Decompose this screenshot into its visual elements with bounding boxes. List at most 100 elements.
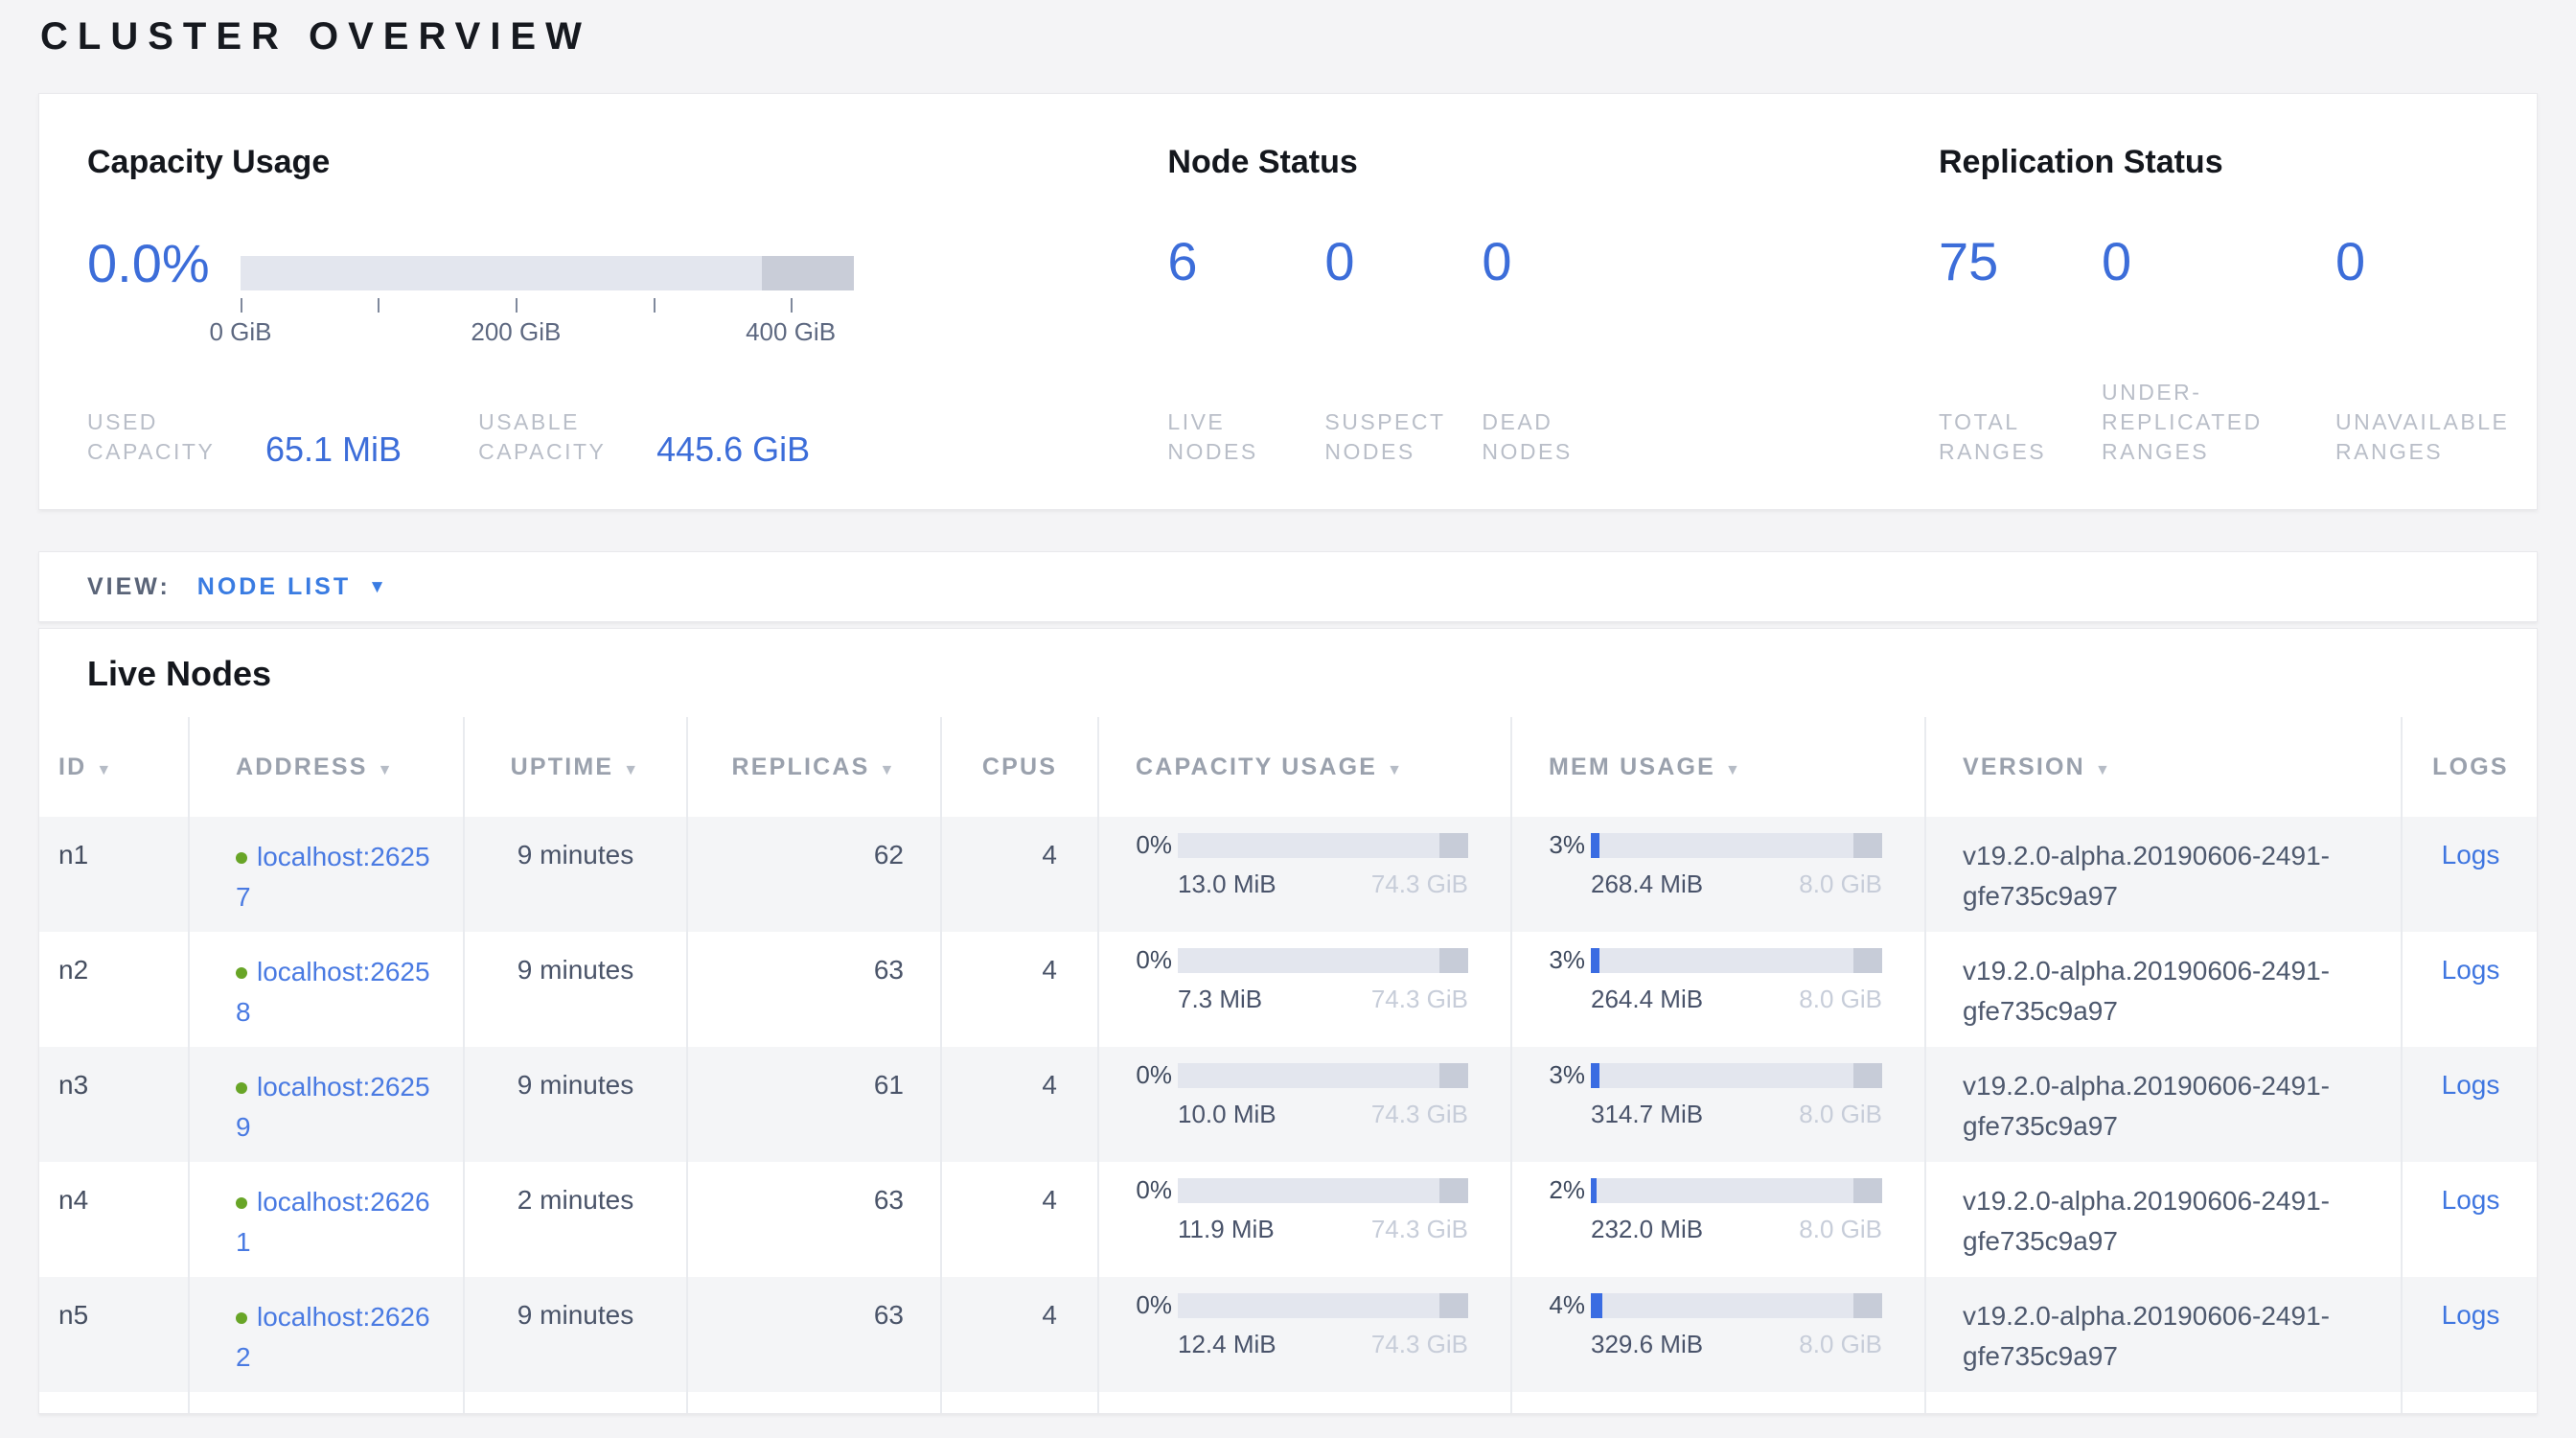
node-version: v19.2.0-alpha.20190606-2491-gfe735c9a97 [1925,1277,2402,1392]
logs-link[interactable]: Logs [2442,1185,2500,1215]
node-logs-cell: Logs [2402,1162,2538,1277]
column-header-capacity-usage[interactable]: CAPACITY USAGE▼ [1098,717,1511,817]
mem-pct: 3% [1531,1060,1585,1090]
node-replicas: 63 [687,1277,941,1392]
mem-used: 314.7 MiB [1591,1100,1703,1129]
capacity-axis-labels: 0 GiB 200 GiB 400 GiB [241,313,854,346]
sort-icon: ▼ [1725,762,1742,778]
sort-icon: ▼ [2095,762,2112,778]
capacity-axis-ticks [241,290,854,313]
axis-label-400gib: 400 GiB [746,317,836,347]
capacity-usage-bar [1178,1063,1468,1088]
unavailable-ranges-stat: 0 UNAVAILABLE RANGES [2335,235,2537,467]
used-capacity-value: 65.1 MiB [265,432,402,467]
view-selector-dropdown[interactable]: NODE LIST ▼ [197,573,389,601]
node-uptime: 9 minutes [464,1277,687,1392]
column-header-address[interactable]: ADDRESS▼ [189,717,464,817]
live-nodes-label: LIVE NODES [1167,407,1324,467]
capacity-bar-reserved-segment [762,256,854,290]
view-label: VIEW: [87,573,171,601]
node-cpus: 4 [941,932,1098,1047]
node-address-cell: localhost:26261 [189,1162,464,1277]
node-uptime: 9 minutes [464,1047,687,1162]
mem-usage-bar [1591,1063,1882,1088]
sort-icon: ▼ [96,762,113,778]
node-uptime: 2 minutes [464,1162,687,1277]
node-id: n4 [39,1162,189,1277]
table-row-partial [39,1392,2538,1414]
unavailable-ranges-label: UNAVAILABLE RANGES [2335,407,2537,467]
live-nodes-title: Live Nodes [87,654,2537,694]
live-nodes-stat: 6 LIVE NODES [1167,235,1324,467]
node-address-link[interactable]: localhost:26257 [236,842,430,912]
column-header-replicas[interactable]: REPLICAS▼ [687,717,941,817]
live-status-dot [236,1197,247,1209]
capacity-total: 74.3 GiB [1371,1215,1468,1244]
mem-used: 329.6 MiB [1591,1330,1703,1359]
node-mem-usage-cell: 4% 329.6 MiB8.0 GiB [1511,1277,1925,1392]
logs-link[interactable]: Logs [2442,1300,2500,1330]
column-header-cpus: CPUS [941,717,1098,817]
capacity-total: 74.3 GiB [1371,985,1468,1014]
capacity-pct: 0% [1118,1290,1172,1320]
node-logs-cell: Logs [2402,1277,2538,1392]
column-header-uptime[interactable]: UPTIME▼ [464,717,687,817]
capacity-bar-block: 0 GiB 200 GiB 400 GiB [241,256,854,346]
node-status-panel: Node Status 6 LIVE NODES 0 SUSPECT NODES… [1167,144,1939,467]
node-capacity-usage-cell: 0% 11.9 MiB74.3 GiB [1098,1162,1511,1277]
node-address-link[interactable]: localhost:26261 [236,1187,430,1257]
capacity-pct: 0% [1118,945,1172,975]
mem-usage-bar [1591,833,1882,858]
total-ranges-label: TOTAL RANGES [1939,407,2102,467]
live-status-dot [236,1082,247,1094]
node-logs-cell: Logs [2402,817,2538,932]
node-address-link[interactable]: localhost:26259 [236,1072,430,1142]
usable-capacity-stat: USABLE CAPACITY 445.6 GiB [478,407,810,467]
column-header-mem-usage[interactable]: MEM USAGE▼ [1511,717,1925,817]
under-replicated-value: 0 [2102,235,2335,289]
node-replicas: 63 [687,932,941,1047]
column-header-id[interactable]: ID▼ [39,717,189,817]
live-nodes-card: Live Nodes ID▼ ADDRESS▼ UPTIME▼ REPLICAS… [38,628,2538,1414]
node-mem-usage-cell: 3% 268.4 MiB8.0 GiB [1511,817,1925,932]
node-cpus: 4 [941,1047,1098,1162]
column-header-version[interactable]: VERSION▼ [1925,717,2402,817]
capacity-used: 13.0 MiB [1178,870,1276,899]
capacity-usage-bar [1178,1293,1468,1318]
sort-icon: ▼ [623,762,640,778]
mem-pct: 2% [1531,1175,1585,1205]
node-id: n1 [39,817,189,932]
replication-stats: 75 TOTAL RANGES 0 UNDER-REPLICATED RANGE… [1939,235,2537,467]
node-address-link[interactable]: localhost:26258 [236,957,430,1027]
logs-link[interactable]: Logs [2442,840,2500,870]
logs-link[interactable]: Logs [2442,1070,2500,1100]
unavailable-ranges-value: 0 [2335,235,2537,289]
replication-status-title: Replication Status [1939,144,2537,181]
column-header-logs: LOGS [2402,717,2538,817]
mem-usage-bar [1591,1178,1882,1203]
under-replicated-stat: 0 UNDER-REPLICATED RANGES [2102,235,2335,467]
node-cpus: 4 [941,1162,1098,1277]
node-cpus: 4 [941,1277,1098,1392]
node-id: n2 [39,932,189,1047]
capacity-gauge: 0.0% 0 GiB 200 GiB 400 GiB [87,237,1167,346]
node-status-stats: 6 LIVE NODES 0 SUSPECT NODES 0 DEAD NODE… [1167,235,1939,467]
mem-used: 264.4 MiB [1591,985,1703,1014]
under-replicated-label: UNDER-REPLICATED RANGES [2102,378,2335,467]
node-uptime: 9 minutes [464,932,687,1047]
capacity-used: 7.3 MiB [1178,985,1262,1014]
mem-total: 8.0 GiB [1799,985,1882,1014]
mem-usage-bar [1591,948,1882,973]
table-row: n4 localhost:26261 2 minutes 63 4 0% 11.… [39,1162,2538,1277]
logs-link[interactable]: Logs [2442,955,2500,985]
node-replicas: 61 [687,1047,941,1162]
live-nodes-value: 6 [1167,235,1324,289]
capacity-bar [241,256,854,290]
suspect-nodes-stat: 0 SUSPECT NODES [1324,235,1482,467]
node-address-link[interactable]: localhost:26262 [236,1302,430,1372]
sort-icon: ▼ [879,762,896,778]
node-logs-cell: Logs [2402,932,2538,1047]
node-logs-cell: Logs [2402,1047,2538,1162]
node-version: v19.2.0-alpha.20190606-2491-gfe735c9a97 [1925,1162,2402,1277]
chevron-down-icon: ▼ [368,577,389,598]
